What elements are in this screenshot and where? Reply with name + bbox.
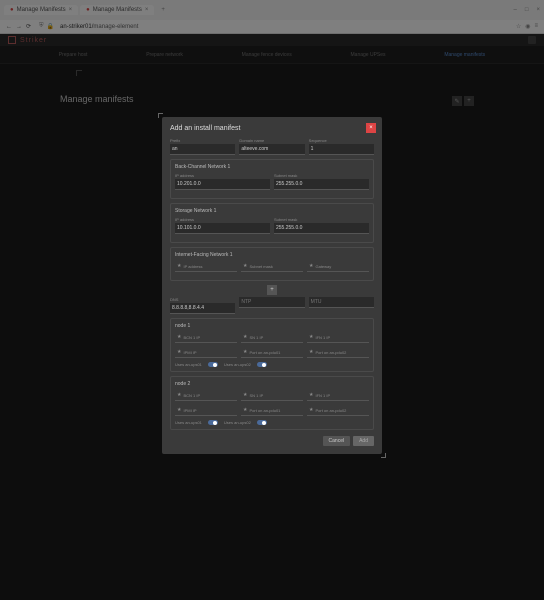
node2-sn-input[interactable]: ★SN 1 IP [241,390,303,401]
field-label: Gateway [315,264,331,269]
field-label: SN 1 IP [249,393,263,398]
sn-mask-label: Subnet mask [274,217,369,222]
star-icon: ★ [309,263,313,269]
ifn-title: Internet-Facing Network 1 [175,252,369,258]
dns-input[interactable] [170,303,235,314]
star-icon: ★ [177,263,181,269]
node2-ups01-switch[interactable] [208,420,218,425]
node1-bcn-input[interactable]: ★BCN 1 IP [175,332,237,343]
domain-input[interactable] [239,144,304,155]
star-icon: ★ [243,407,247,413]
node2-pdu02-input[interactable]: ★Port on an-pdu02 [307,405,369,416]
field-label: Port on an-pdu01 [249,350,280,355]
star-icon: ★ [243,334,247,340]
sn-mask-input[interactable] [274,223,369,234]
sequence-label: Sequence [309,138,374,143]
field-label: IFN 1 IP [315,393,330,398]
star-icon: ★ [309,392,313,398]
close-dialog-button[interactable]: × [366,123,376,133]
star-icon: ★ [309,407,313,413]
sequence-input[interactable] [309,144,374,155]
bcn-section: Back-Channel Network 1 IP address Subnet… [170,159,374,199]
domain-label: Domain name [239,138,304,143]
add-manifest-button[interactable]: Add [353,436,374,446]
node1-section: node 1 ★BCN 1 IP ★SN 1 IP ★IFN 1 IP ★IPM… [170,318,374,372]
field-label: IP address [183,264,202,269]
node1-title: node 1 [175,323,369,329]
field-label: IPMI IP [183,350,196,355]
modal-overlay: Add an install manifest × Prefix Domain … [0,0,544,600]
node2-section: node 2 ★BCN 1 IP ★SN 1 IP ★IFN 1 IP ★IPM… [170,376,374,430]
sn-section: Storage Network 1 IP address Subnet mask [170,203,374,243]
ntp-input[interactable] [239,297,304,308]
ifn-section: Internet-Facing Network 1 ★IP address ★S… [170,247,374,281]
cancel-button[interactable]: Cancel [323,436,351,446]
star-icon: ★ [243,263,247,269]
field-label: IPMI IP [183,408,196,413]
add-network-button[interactable]: + [267,285,277,295]
field-label: Port on an-pdu02 [315,350,346,355]
prefix-label: Prefix [170,138,235,143]
dns-label: DNS [170,297,235,302]
field-label: Subnet mask [249,264,272,269]
field-label: IFN 1 IP [315,335,330,340]
ifn-gateway-input[interactable]: ★Gateway [307,261,369,272]
node2-ups01-label: Uses an-ups01 [175,420,202,425]
corner-decoration [381,453,386,458]
node1-ups02-switch[interactable] [257,362,267,367]
node2-pdu01-input[interactable]: ★Port on an-pdu01 [241,405,303,416]
star-icon: ★ [177,392,181,398]
node1-sn-input[interactable]: ★SN 1 IP [241,332,303,343]
star-icon: ★ [309,349,313,355]
node2-ups02-switch[interactable] [257,420,267,425]
node1-ups01-label: Uses an-ups01 [175,362,202,367]
node1-pdu02-input[interactable]: ★Port on an-pdu02 [307,347,369,358]
star-icon: ★ [243,392,247,398]
node2-ifn-input[interactable]: ★IFN 1 IP [307,390,369,401]
field-label: Port on an-pdu02 [315,408,346,413]
bcn-ip-label: IP address [175,173,270,178]
ifn-mask-input[interactable]: ★Subnet mask [241,261,303,272]
star-icon: ★ [243,349,247,355]
node2-bcn-input[interactable]: ★BCN 1 IP [175,390,237,401]
sn-ip-label: IP address [175,217,270,222]
node1-ups01-switch[interactable] [208,362,218,367]
bcn-title: Back-Channel Network 1 [175,164,369,170]
prefix-input[interactable] [170,144,235,155]
field-label: BCN 1 IP [183,393,200,398]
ifn-ip-input[interactable]: ★IP address [175,261,237,272]
mtu-input[interactable] [309,297,374,308]
sn-ip-input[interactable] [175,223,270,234]
field-label: BCN 1 IP [183,335,200,340]
node1-ups02-label: Uses an-ups02 [224,362,251,367]
node1-ipmi-input[interactable]: ★IPMI IP [175,347,237,358]
node2-title: node 2 [175,381,369,387]
star-icon: ★ [177,349,181,355]
node1-ifn-input[interactable]: ★IFN 1 IP [307,332,369,343]
node2-ipmi-input[interactable]: ★IPMI IP [175,405,237,416]
field-label: SN 1 IP [249,335,263,340]
corner-decoration [158,113,163,118]
node2-ups02-label: Uses an-ups02 [224,420,251,425]
star-icon: ★ [177,407,181,413]
field-label: Port on an-pdu01 [249,408,280,413]
install-manifest-dialog: Add an install manifest × Prefix Domain … [162,117,382,454]
bcn-ip-input[interactable] [175,179,270,190]
bcn-mask-input[interactable] [274,179,369,190]
star-icon: ★ [177,334,181,340]
sn-title: Storage Network 1 [175,208,369,214]
dialog-title: Add an install manifest [170,125,374,132]
star-icon: ★ [309,334,313,340]
bcn-mask-label: Subnet mask [274,173,369,178]
node1-pdu01-input[interactable]: ★Port on an-pdu01 [241,347,303,358]
